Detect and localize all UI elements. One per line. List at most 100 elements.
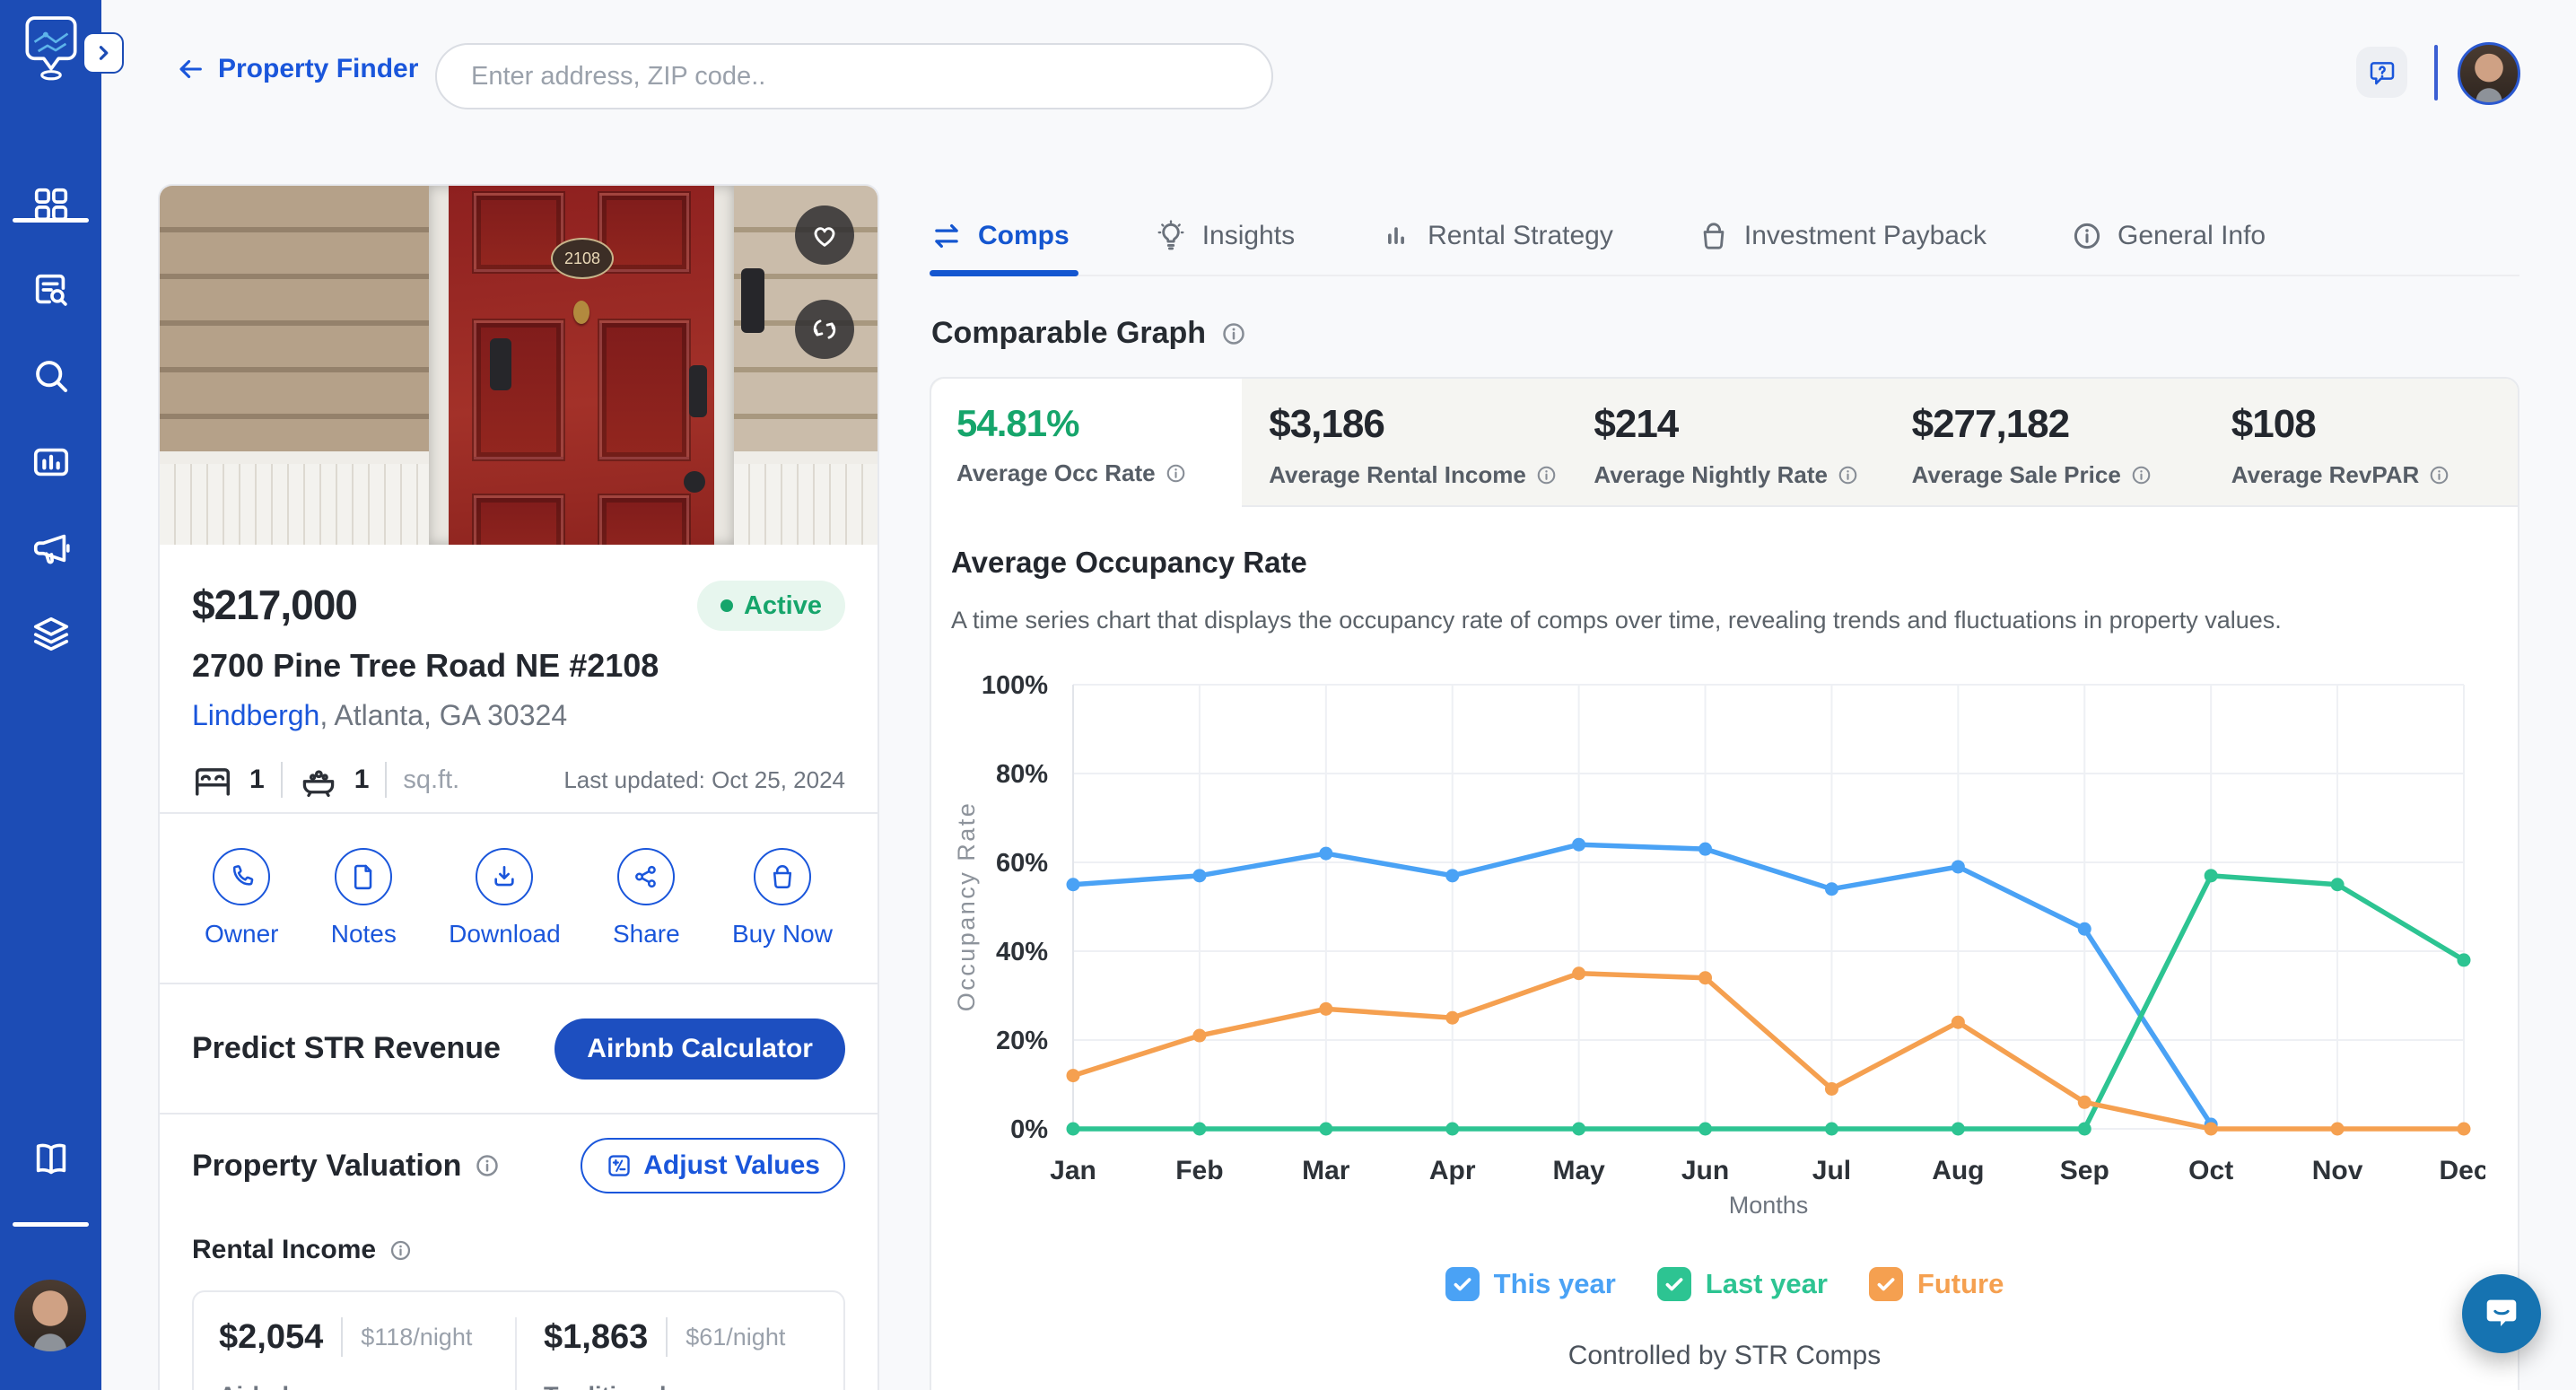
info-circle-icon	[2071, 220, 2103, 252]
share-icon	[617, 848, 676, 905]
sidebar	[0, 0, 124, 1390]
svg-text:20%: 20%	[996, 1027, 1048, 1055]
info-icon[interactable]	[1837, 464, 1859, 486]
info-icon[interactable]	[2428, 464, 2450, 486]
svg-text:Jan: Jan	[1050, 1156, 1096, 1185]
rental-income-title: Rental Income	[192, 1235, 377, 1264]
buy-now-button[interactable]: Buy Now	[732, 848, 833, 949]
airbnb-calculator-button[interactable]: Airbnb Calculator	[554, 1018, 845, 1080]
traditional-nightly: $61/night	[685, 1323, 786, 1351]
door-knocker	[573, 301, 589, 324]
chart-legend: This year Last year Future	[930, 1267, 2519, 1301]
valuation-title: Property Valuation	[192, 1148, 462, 1183]
document-icon	[335, 848, 393, 905]
svg-text:Months: Months	[1729, 1192, 1809, 1219]
tote-bag-icon	[1698, 220, 1730, 252]
compare-arrows-icon	[930, 219, 964, 253]
app-logo-icon[interactable]	[20, 14, 83, 84]
bar-chart-icon	[1379, 219, 1413, 253]
sidebar-item-dashboard[interactable]	[31, 184, 72, 225]
stat-average-sale-price[interactable]: $277,182 Average Sale Price	[1884, 379, 2205, 507]
adjust-icon	[606, 1152, 633, 1179]
future-checkbox[interactable]	[1868, 1267, 1903, 1301]
comparable-graph-info-icon[interactable]	[1220, 320, 1247, 347]
sqft-label: sq.ft.	[403, 765, 460, 794]
sidebar-user-avatar[interactable]	[14, 1280, 86, 1351]
traditional-monthly: $1,863	[544, 1317, 649, 1356]
phone-icon	[213, 848, 271, 905]
svg-text:Apr: Apr	[1429, 1156, 1476, 1185]
legend-last-year[interactable]: Last year	[1656, 1267, 1828, 1301]
svg-text:100%: 100%	[982, 671, 1048, 700]
sidebar-expand-button[interactable]	[83, 32, 124, 74]
svg-text:Sep: Sep	[2060, 1156, 2109, 1185]
this-year-checkbox[interactable]	[1445, 1267, 1480, 1301]
comps-stats-strip: 54.81% Average Occ Rate $3,186 Average R…	[931, 379, 2518, 507]
stat-average-nightly-rate[interactable]: $214 Average Nightly Rate	[1567, 379, 1885, 507]
property-card: 2108 $217,000 Active 2700 Pine Tree Road…	[158, 184, 879, 1390]
stat-average-rental-income[interactable]: $3,186 Average Rental Income	[1242, 379, 1567, 507]
sidebar-divider-bottom	[13, 1222, 89, 1227]
sidebar-item-library[interactable]	[31, 1138, 72, 1179]
svg-text:Occupancy Rate: Occupancy Rate	[953, 801, 980, 1012]
heart-icon	[809, 220, 840, 250]
comparable-graph-title: Comparable Graph	[931, 316, 1207, 350]
neighborhood-link[interactable]: Lindbergh	[192, 699, 319, 731]
help-button[interactable]	[2356, 47, 2407, 98]
rental-income-info-icon[interactable]	[389, 1238, 413, 1263]
back-to-property-finder[interactable]: Property Finder	[175, 54, 418, 84]
stat-average-occ-rate[interactable]: 54.81% Average Occ Rate	[931, 379, 1243, 507]
predict-title: Predict STR Revenue	[192, 1031, 501, 1065]
notes-button[interactable]: Notes	[331, 848, 397, 949]
svg-text:40%: 40%	[996, 938, 1048, 966]
tab-rental-strategy[interactable]: Rental Strategy	[1379, 219, 1613, 253]
property-photo: 2108	[160, 186, 878, 545]
stat-average-revpar[interactable]: $108 Average RevPAR	[2204, 379, 2518, 507]
property-valuation-section: Property Valuation Adjust Values Rental …	[160, 1115, 878, 1390]
svg-text:Jul: Jul	[1812, 1156, 1851, 1185]
legend-this-year[interactable]: This year	[1445, 1267, 1616, 1301]
topbar-user-avatar[interactable]	[2458, 42, 2520, 105]
tab-insights[interactable]: Insights	[1154, 219, 1295, 253]
rental-income-airbnb: $2,054 $118/night Airbnb	[219, 1317, 517, 1390]
status-badge: Active	[696, 581, 845, 631]
airbnb-nightly: $118/night	[361, 1323, 473, 1351]
sidebar-item-layers[interactable]	[31, 613, 72, 654]
tab-comps[interactable]: Comps	[930, 219, 1070, 253]
legend-future[interactable]: Future	[1868, 1267, 2004, 1301]
chart-footer-note: Controlled by STR Comps	[1567, 1341, 1882, 1370]
adjust-values-button[interactable]: Adjust Values	[581, 1138, 845, 1193]
compare-button[interactable]	[795, 300, 854, 359]
info-icon[interactable]	[1535, 464, 1558, 486]
chat-bubble-icon	[2486, 1299, 2517, 1326]
svg-text:0%: 0%	[1010, 1115, 1048, 1144]
active-tab-underline	[930, 270, 1078, 276]
address-search-input[interactable]	[435, 43, 1273, 109]
live-chat-button[interactable]	[2462, 1274, 2541, 1353]
sidebar-item-analytics[interactable]	[31, 441, 72, 483]
tab-general-info[interactable]: General Info	[2071, 220, 2266, 252]
valuation-info-icon[interactable]	[474, 1152, 501, 1179]
svg-text:Oct: Oct	[2188, 1156, 2233, 1185]
chart-subtitle: A time series chart that displays the oc…	[951, 607, 2282, 634]
last-year-checkbox[interactable]	[1656, 1267, 1691, 1301]
compare-arrows-icon	[809, 314, 840, 345]
beds-count: 1	[249, 765, 265, 794]
bath-icon	[299, 760, 338, 800]
svg-text:Nov: Nov	[2312, 1156, 2363, 1185]
sidebar-item-search[interactable]	[31, 355, 72, 397]
share-button[interactable]: Share	[613, 848, 680, 949]
sidebar-item-property-report[interactable]	[31, 269, 72, 310]
info-icon[interactable]	[1165, 462, 1187, 485]
info-icon[interactable]	[2130, 464, 2152, 486]
bed-icon	[192, 759, 233, 800]
owner-button[interactable]: Owner	[205, 848, 278, 949]
favorite-button[interactable]	[795, 205, 854, 265]
property-price: $217,000	[192, 581, 358, 628]
back-label: Property Finder	[218, 54, 419, 83]
sidebar-item-marketing[interactable]	[31, 528, 72, 569]
occupancy-chart: Jan Feb Mar Apr May Jun Jul Aug Sep Oct Nov Dec 0% 20…	[953, 671, 2485, 1219]
svg-text:Jun: Jun	[1681, 1156, 1729, 1185]
download-button[interactable]: Download	[449, 848, 561, 949]
tab-investment-payback[interactable]: Investment Payback	[1698, 220, 1987, 252]
